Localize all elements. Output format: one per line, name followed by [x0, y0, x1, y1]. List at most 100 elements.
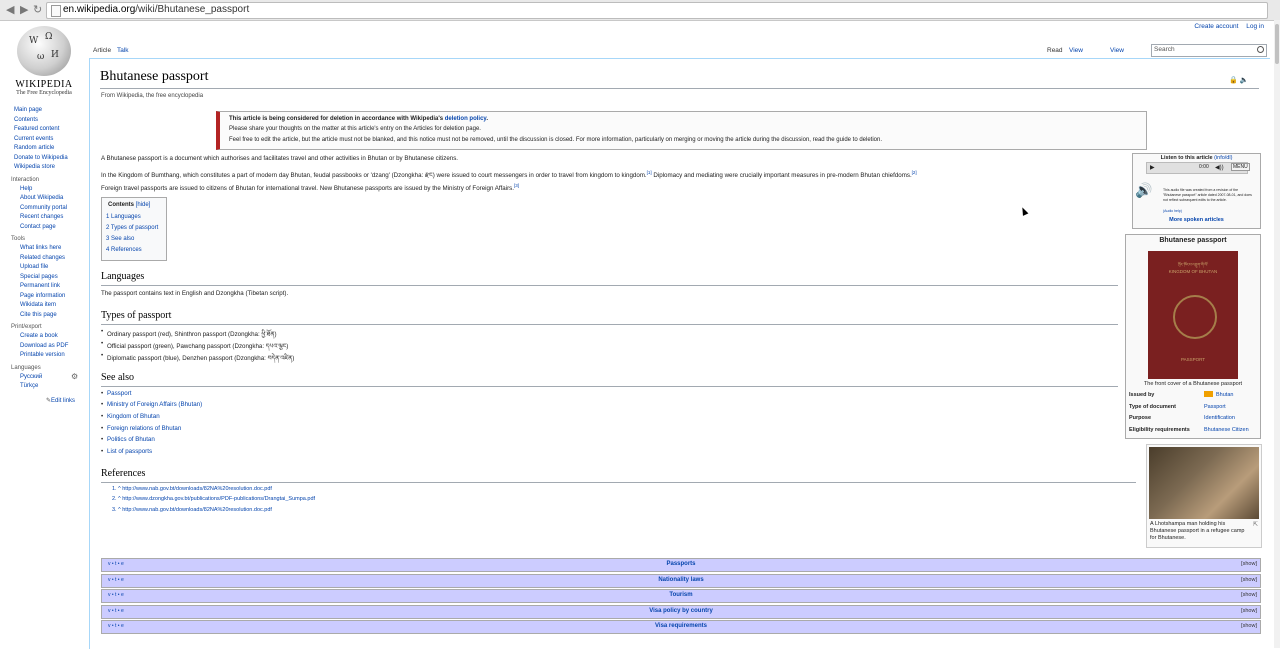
lock-icon[interactable]: 🔒 [1229, 77, 1238, 84]
see-also-passport[interactable]: Passport [101, 390, 132, 397]
speaker-icon[interactable]: 🔈 [1240, 77, 1249, 84]
sidebar-heading-print[interactable]: Print/export [0, 323, 88, 332]
sidebar-item-cite[interactable]: Cite this page [0, 311, 88, 321]
sidebar-item-create-book[interactable]: Create a book [0, 332, 88, 342]
scrollbar[interactable] [1274, 20, 1280, 648]
deletion-policy-link[interactable]: deletion policy [445, 116, 487, 122]
see-also-politics[interactable]: Politics of Bhutan [101, 436, 155, 443]
see-also-foreign-relations[interactable]: Foreign relations of Bhutan [101, 425, 181, 432]
navbox-show-button[interactable]: [show] [1241, 561, 1257, 567]
sidebar-heading-interaction[interactable]: Interaction [0, 176, 88, 185]
sidebar-item-what-links[interactable]: What links here [0, 244, 88, 254]
enlarge-icon[interactable]: ⇱ [1253, 521, 1258, 528]
infobox-value-type[interactable]: Passport [1204, 404, 1226, 410]
passport-cover-image[interactable]: ཀྲོང་ཁོངས་འབྲུག་གི་ལོ་ KINGDOM OF BHUTAN… [1148, 251, 1238, 379]
emblem-icon [1173, 295, 1217, 339]
toc-hide-link[interactable]: [hide] [136, 202, 151, 208]
sidebar-item-page-info[interactable]: Page information [0, 292, 88, 302]
sidebar-item-upload[interactable]: Upload file [0, 263, 88, 273]
see-also-mofa[interactable]: Ministry of Foreign Affairs (Bhutan) [101, 401, 202, 408]
forward-icon[interactable]: ▶ [20, 3, 28, 16]
citation-2[interactable]: [2] [912, 170, 917, 175]
personal-tools: Create account Log in [1188, 23, 1264, 30]
sidebar-item-help[interactable]: Help [0, 185, 88, 195]
tab-talk[interactable]: Talk [116, 45, 130, 56]
see-also-kingdom[interactable]: Kingdom of Bhutan [101, 413, 160, 420]
infobox-value-purpose[interactable]: Identification [1204, 415, 1235, 421]
play-icon[interactable]: ▶ [1150, 164, 1155, 171]
more-spoken-articles-link[interactable]: More spoken articles [1133, 217, 1260, 223]
refugee-photo[interactable] [1149, 447, 1259, 519]
sidebar-item-printable[interactable]: Printable version [0, 351, 88, 361]
search-placeholder: Search [1154, 46, 1175, 53]
infobox-label-purpose: Purpose [1129, 415, 1152, 421]
infobox-value-eligibility[interactable]: Bhutanese Citizen [1204, 427, 1249, 433]
citation-3[interactable]: [3] [514, 183, 519, 188]
search-input[interactable]: Search [1151, 44, 1267, 57]
audio-menu-button[interactable]: MENU [1231, 163, 1250, 171]
volume-icon[interactable]: ◀)) [1215, 164, 1224, 171]
sidebar-item-store[interactable]: Wikipedia store [0, 163, 88, 173]
intro-paragraph-1: A Bhutanese passport is a document which… [101, 155, 459, 162]
heading-references-rule [101, 482, 1136, 483]
toc-item-see-also[interactable]: 3 See also [106, 236, 134, 242]
reference-1[interactable]: 1. ^ http://www.nab.gov.bt/downloads/82N… [112, 486, 272, 492]
search-icon[interactable] [1257, 46, 1264, 53]
sidebar-item-main-page[interactable]: Main page [0, 106, 88, 116]
create-account-link[interactable]: Create account [1194, 23, 1238, 30]
infobox-value-issued[interactable]: Bhutan [1216, 392, 1233, 398]
sidebar-item-recent-changes[interactable]: Recent changes [0, 213, 88, 223]
sidebar-item-lang-tr[interactable]: Türkçe [0, 382, 88, 392]
navbox-show-button[interactable]: [show] [1241, 577, 1257, 583]
sidebar-item-donate[interactable]: Donate to Wikipedia [0, 154, 88, 164]
navbox-title[interactable]: Visa policy by country [102, 608, 1260, 614]
notice-line-1: This article is being considered for del… [229, 116, 488, 122]
logo-wordmark: Wikipedia [15, 79, 73, 90]
sidebar-item-random[interactable]: Random article [0, 144, 88, 154]
navbox-title[interactable]: Passports [102, 561, 1260, 567]
navbox-title[interactable]: Tourism [102, 592, 1260, 598]
see-also-list[interactable]: List of passports [101, 448, 152, 455]
infobox-title: Bhutanese passport [1159, 237, 1227, 244]
sidebar-item-special[interactable]: Special pages [0, 273, 88, 283]
reference-3[interactable]: 3. ^ http://www.nab.gov.bt/downloads/82N… [112, 507, 272, 513]
back-icon[interactable]: ◀ [6, 3, 14, 16]
sidebar-item-contents[interactable]: Contents [0, 116, 88, 126]
sidebar-item-featured[interactable]: Featured content [0, 125, 88, 135]
infobox-label-eligibility: Eligibility requirements [1129, 427, 1190, 433]
sidebar-item-contact[interactable]: Contact page [0, 223, 88, 233]
sidebar: Main page Contents Featured content Curr… [0, 106, 88, 392]
address-bar[interactable]: en.wikipedia.org/wiki/Bhutanese_passport [46, 2, 1268, 19]
toc-item-references[interactable]: 4 References [106, 247, 142, 253]
navbox-show-button[interactable]: [show] [1241, 592, 1257, 598]
sidebar-item-community[interactable]: Community portal [0, 204, 88, 214]
audio-help-link[interactable]: (Audio help) [1163, 209, 1182, 213]
navbox-show-button[interactable]: [show] [1241, 623, 1257, 629]
edit-links[interactable]: ✎Edit links [46, 397, 75, 404]
tab-read[interactable]: Read [1046, 45, 1064, 56]
sidebar-item-current-events[interactable]: Current events [0, 135, 88, 145]
reload-icon[interactable]: ↻ [33, 3, 42, 16]
sidebar-item-permanent[interactable]: Permanent link [0, 282, 88, 292]
navbox-title[interactable]: Visa requirements [102, 623, 1260, 629]
notice-line-2: Please share your thoughts on the matter… [229, 126, 481, 132]
sidebar-item-about[interactable]: About Wikipedia [0, 194, 88, 204]
reference-2[interactable]: 2. ^ http://www.dzongkha.gov.bt/publicat… [112, 496, 315, 502]
scrollbar-thumb[interactable] [1275, 24, 1279, 64]
navbox-title[interactable]: Nationality laws [102, 577, 1260, 583]
navbox-show-button[interactable]: [show] [1241, 608, 1257, 614]
log-in-link[interactable]: Log in [1246, 23, 1264, 30]
url-path: /wiki/Bhutanese_passport [135, 4, 250, 15]
sidebar-item-related[interactable]: Related changes [0, 254, 88, 264]
toc-item-types[interactable]: 2 Types of passport [106, 225, 158, 231]
sidebar-item-wikidata[interactable]: Wikidata item [0, 301, 88, 311]
sidebar-heading-tools[interactable]: Tools [0, 235, 88, 244]
toc-item-languages[interactable]: 1 Languages [106, 214, 141, 220]
sound-icon: 🔊 [1135, 182, 1153, 198]
audio-info-link[interactable]: (info/dl) [1214, 155, 1232, 161]
sidebar-item-download-pdf[interactable]: Download as PDF [0, 342, 88, 352]
tab-article[interactable]: Article [92, 45, 112, 56]
gear-icon[interactable]: ⚙ [71, 372, 78, 381]
audio-player[interactable]: ▶ 0:00 ◀)) MENU [1146, 162, 1250, 174]
wikipedia-logo[interactable]: WΩωИ Wikipedia The Free Encyclopedia [12, 26, 76, 96]
